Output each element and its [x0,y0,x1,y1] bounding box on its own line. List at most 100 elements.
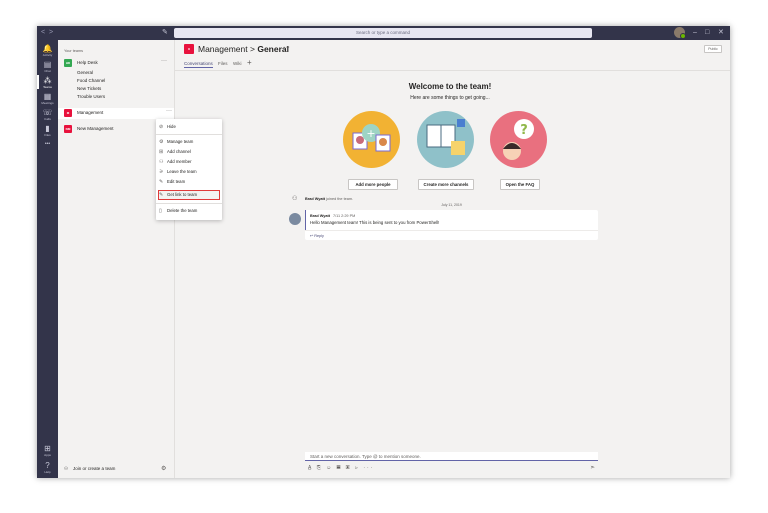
leave-icon: ⚞ [159,169,164,175]
team-name: Management [77,110,104,115]
section-label: Your teams [64,49,84,53]
menu-item-delete-team[interactable]: ▯ Delete the team [159,207,219,215]
tab-conversations[interactable]: Conversations [184,61,213,66]
post-accent-bar [305,210,306,230]
chat-icon: ▤ [43,60,52,69]
add-channel-icon: ⊞ [159,149,164,155]
more-options-icon[interactable]: ··· [166,108,172,114]
link-icon: ✎ [159,192,164,198]
channel-food[interactable]: Food Channel [77,78,105,83]
add-tab-button[interactable]: + [247,58,252,67]
settings-icon: ⚙ [159,139,164,145]
open-faq-button[interactable]: Open the FAQ [500,179,540,190]
join-create-team[interactable]: ⚇ Join or create a team [64,466,115,472]
appbar-teams[interactable]: ⁂ Teams [37,75,58,89]
title-bar: < > ✎ Search or type a command – □ ✕ [37,26,730,40]
close-button[interactable]: ✕ [718,29,724,37]
create-channels-illustration [417,111,474,168]
add-people-illustration: + [343,111,400,168]
minimize-button[interactable]: – [693,29,697,37]
calendar-icon: ▦ [43,92,52,101]
team-name: Help Desk [77,60,98,65]
menu-item-edit-team[interactable]: ✎ Edit team [159,178,219,186]
appbar-apps[interactable]: ⊞ Apps [37,444,58,457]
appbar-meetings[interactable]: ▦ Meetings [37,92,58,105]
channel-trouble-users[interactable]: Trouble Users [77,94,105,99]
menu-item-add-member[interactable]: ⚇ Add member [159,158,219,166]
phone-icon: ☏ [42,108,53,117]
channel-team-tile: M [184,44,194,54]
add-more-people-button[interactable]: Add more people [348,179,398,190]
team-name: New Management [77,126,114,131]
menu-item-leave-team[interactable]: ⚞ Leave the team [159,168,219,176]
teams-panel: Your teams HD Help Desk ··· General Food… [58,40,175,478]
welcome-subtitle: Here are some things to get going... [410,95,490,101]
more-icon: ••• [44,141,51,147]
welcome-title: Welcome to the team! [408,82,492,91]
people-illustration-icon: + [352,124,391,152]
svg-text:?: ? [520,123,528,138]
team-tile: M [64,109,72,117]
apps-icon: ⊞ [44,444,51,453]
forward-button[interactable]: > [49,29,53,37]
appbar-activity[interactable]: 🔔 Activity [37,44,58,57]
teams-icon: ⁂ [43,76,52,85]
compose-toolbar[interactable]: A̲ ⎘ ☺ ▦ ▣ ⊳ ··· [308,465,374,471]
pencil-icon: ✎ [159,179,164,185]
search-input[interactable]: Search or type a command [174,28,592,38]
avatar[interactable] [289,213,301,225]
header-divider [174,70,730,71]
appbar-chat[interactable]: ▤ Chat [37,60,58,73]
hide-icon: ⊘ [159,124,164,130]
back-button[interactable]: < [41,29,45,37]
more-options-icon[interactable]: ··· [161,58,167,64]
team-tile: HD [64,59,72,67]
menu-divider [156,203,222,204]
appbar-files[interactable]: ▮ Files [37,124,58,137]
tab-files[interactable]: Files [218,61,228,66]
menu-item-get-link[interactable]: ✎ Get link to team [158,190,220,200]
channel-more-icon[interactable]: ··· [283,44,290,51]
bell-icon: 🔔 [42,44,53,53]
appbar-calls[interactable]: ☏ Calls [37,108,58,121]
help-icon: ? [45,461,50,470]
menu-divider [156,134,222,135]
tab-wiki[interactable]: Wiki [233,61,242,66]
add-member-icon: ⚇ [159,159,164,165]
send-icon[interactable]: ➣ [590,464,595,471]
faq-illustration: ? [490,111,547,168]
reply-button[interactable]: ↩ Reply [310,233,324,238]
appbar-more[interactable]: ••• [37,140,58,149]
menu-item-hide[interactable]: ⊘ Hide [159,123,219,131]
team-context-menu: ⊘ Hide ⚙ Manage team ⊞ Add channel ⚇ Add mem… [156,119,222,220]
gear-icon[interactable]: ⚙ [161,465,166,472]
menu-item-add-channel[interactable]: ⊞ Add channel [159,148,219,156]
active-tab-indicator [184,67,213,68]
join-team-icon: ⚇ [64,466,69,471]
menu-item-manage-team[interactable]: ⚙ Manage team [159,138,219,146]
avatar[interactable] [674,27,686,39]
trash-icon: ▯ [159,208,162,214]
channel-new-tickets[interactable]: New Tickets [77,86,101,91]
channels-illustration-icon [426,119,465,155]
page-title: Management > General [198,44,289,54]
compose-icon[interactable]: ✎ [162,29,168,37]
post-author: Brad Wyatt 7/11 2:29 PM [310,214,356,218]
question-illustration-icon: ? [503,119,534,160]
maximize-button[interactable]: □ [705,29,709,37]
svg-text:+: + [366,127,375,140]
visibility-badge: Public [704,45,722,53]
team-tile: NM [64,125,72,133]
team-help-desk[interactable]: HD Help Desk ··· [64,58,169,68]
status-dot-icon [680,33,686,39]
joined-message: Brad Wyatt joined the team. [305,197,354,201]
team-new-management[interactable]: NM New Management [64,125,169,134]
new-conversation-input[interactable]: Start a new conversation. Type @ to ment… [305,452,598,461]
team-management[interactable]: M Management ··· [58,108,174,119]
channel-general[interactable]: General [77,70,93,75]
files-icon: ▮ [45,124,50,133]
date-divider: July 11, 2019 [441,203,462,207]
message-post: Brad Wyatt 7/11 2:29 PM Hello Management … [305,210,598,240]
create-more-channels-button[interactable]: Create more channels [418,179,474,190]
appbar-help[interactable]: ? Help [37,461,58,474]
